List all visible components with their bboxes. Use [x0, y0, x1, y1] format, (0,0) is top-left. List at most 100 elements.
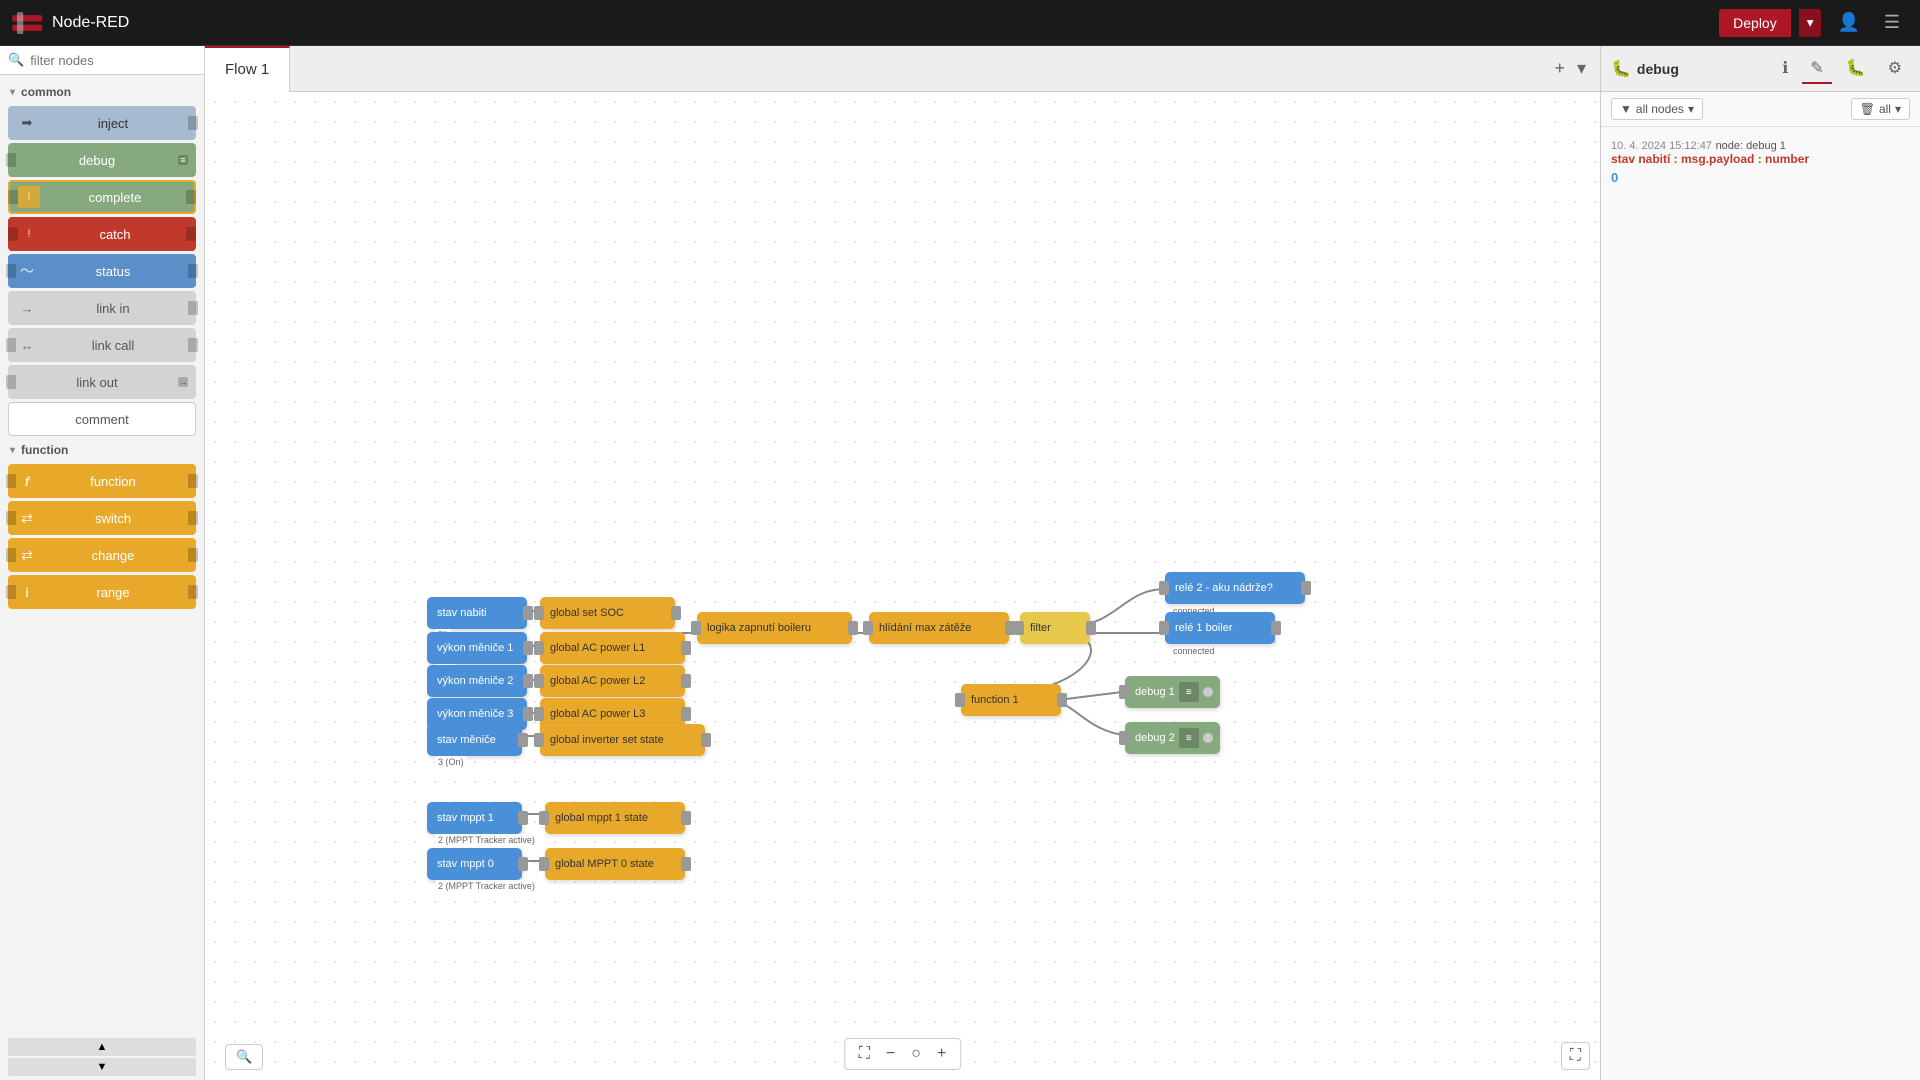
expand-button[interactable]: ⛶	[1561, 1042, 1590, 1070]
zoom-reset-button[interactable]: ○	[905, 1043, 927, 1065]
node-catch-label: catch	[44, 227, 186, 242]
canvas-node-global-mppt0[interactable]: global MPPT 0 state	[545, 848, 685, 880]
node-range[interactable]: i range	[8, 575, 196, 609]
canvas-node-global-mppt1[interactable]: global mppt 1 state	[545, 802, 685, 834]
canvas-node-function1[interactable]: function 1	[961, 684, 1061, 716]
node-link-out[interactable]: link out →	[8, 365, 196, 399]
filter-chevron: ▾	[1688, 102, 1694, 116]
tabs-actions: + ▾	[1550, 54, 1600, 83]
deploy-dropdown-button[interactable]: ▾	[1799, 9, 1822, 37]
rele2-label: relé 2 - aku nádrže?	[1175, 582, 1273, 594]
tab-flow1[interactable]: Flow 1	[205, 46, 290, 92]
rele1-port-l	[1159, 621, 1169, 635]
debug-info-tab[interactable]: ℹ	[1774, 54, 1796, 84]
node-change-label: change	[38, 548, 188, 563]
node-link-call[interactable]: ↔ link call	[8, 328, 196, 362]
tabs-bar: Flow 1 + ▾	[205, 46, 1600, 92]
node-status[interactable]: 〜 status	[8, 254, 196, 288]
vykon-menite-3-label: výkon měniče 3	[437, 708, 513, 720]
filter-nodes-input[interactable]	[30, 53, 196, 68]
debug1-dot	[1203, 687, 1213, 697]
canvas-node-filter[interactable]: filter	[1020, 612, 1090, 644]
zoom-out-button[interactable]: −	[880, 1043, 901, 1065]
user-icon-button[interactable]: 👤	[1829, 8, 1867, 37]
node-complete-label: complete	[44, 190, 186, 205]
deploy-button[interactable]: Deploy	[1719, 9, 1791, 37]
zoom-in-button[interactable]: +	[931, 1043, 952, 1065]
stav-menite-label: stav měniče	[437, 734, 496, 746]
filter-nodes-bar: 🔍	[0, 46, 204, 75]
stav-nabiti-label: stav nabiti	[437, 607, 487, 619]
canvas-node-stav-mppt0[interactable]: stav mppt 0 2 (MPPT Tracker active)	[427, 848, 522, 880]
node-complete[interactable]: ! complete	[8, 180, 196, 214]
stav-mppt1-port-r	[518, 811, 528, 825]
hlidani-port-l	[863, 621, 873, 635]
canvas-node-global-inverter[interactable]: global inverter set state	[540, 724, 705, 756]
debug-panel-header: 🐛 debug ℹ ✎ 🐛 ⚙	[1601, 46, 1920, 92]
debug-title-text: debug	[1637, 61, 1679, 77]
vykon-menite-2-port-r	[523, 674, 533, 688]
search-icon: 🔍	[8, 52, 24, 68]
menu-button[interactable]: ☰	[1876, 8, 1908, 37]
node-debug[interactable]: debug ≡	[8, 143, 196, 177]
scroll-up-button[interactable]: ▲	[8, 1038, 196, 1056]
node-comment-label: comment	[17, 412, 187, 427]
canvas-node-vykon-menite-1[interactable]: výkon měniče 1 555	[427, 632, 527, 664]
vykon-menite-1-port-r	[523, 641, 533, 655]
stav-mppt1-label: stav mppt 1	[437, 812, 494, 824]
canvas-node-rele1[interactable]: relé 1 boiler connected	[1165, 612, 1275, 644]
canvas-node-logika[interactable]: logika zapnutí boileru	[697, 612, 852, 644]
debug-bugs-tab[interactable]: 🐛	[1838, 54, 1874, 84]
node-comment[interactable]: comment	[8, 402, 196, 436]
global-mppt1-label: global mppt 1 state	[555, 812, 648, 824]
logika-port-l	[691, 621, 701, 635]
catch-port-right	[186, 227, 196, 241]
app-title: Node-RED	[52, 14, 129, 32]
node-inject[interactable]: ➡ inject	[8, 106, 196, 140]
range-port-left	[6, 585, 16, 599]
canvas-node-stav-nabiti[interactable]: stav nabiti 79	[427, 597, 527, 629]
add-tab-button[interactable]: +	[1550, 54, 1569, 83]
debug-messages-tab[interactable]: ✎	[1802, 54, 1831, 84]
global-set-soc-port-l	[534, 606, 544, 620]
node-catch[interactable]: ! catch	[8, 217, 196, 251]
category-function[interactable]: ▾ function	[0, 439, 204, 461]
catch-icon: !	[18, 223, 40, 245]
flow-canvas[interactable]: stav nabiti 79 global set SOC výkon měni…	[205, 92, 1600, 1080]
fit-view-button[interactable]: ⛶	[853, 1043, 876, 1065]
canvas-node-stav-mppt1[interactable]: stav mppt 1 2 (MPPT Tracker active)	[427, 802, 522, 834]
stav-mppt0-port-r	[518, 857, 528, 871]
node-link-in[interactable]: → link in	[8, 291, 196, 325]
rele2-port-l	[1159, 581, 1169, 595]
function1-port-r	[1057, 693, 1067, 707]
debug-clear-label: all	[1879, 102, 1891, 116]
filter-port-l	[1014, 621, 1024, 635]
canvas-node-debug2[interactable]: debug 2 ≡	[1125, 722, 1220, 754]
canvas-node-global-ac-l2[interactable]: global AC power L2	[540, 665, 685, 697]
canvas-node-global-ac-l1[interactable]: global AC power L1	[540, 632, 685, 664]
canvas-node-stav-menite[interactable]: stav měniče 3 (On)	[427, 724, 522, 756]
category-common[interactable]: ▾ common	[0, 81, 204, 103]
stav-mppt0-badge: 2 (MPPT Tracker active)	[435, 880, 538, 892]
canvas-node-debug1[interactable]: debug 1 ≡	[1125, 676, 1220, 708]
debug-settings-tab[interactable]: ⚙	[1880, 54, 1910, 84]
link-out-icon: →	[178, 377, 188, 387]
node-change[interactable]: ⇄ change	[8, 538, 196, 572]
tab-menu-button[interactable]: ▾	[1573, 54, 1590, 83]
node-function[interactable]: f function	[8, 464, 196, 498]
debug-clear-all[interactable]: 🗑 all ▾	[1851, 98, 1910, 120]
debug-entry-header: 10. 4. 2024 15:12:47 node: debug 1	[1611, 137, 1910, 152]
node-switch[interactable]: ⇄ switch	[8, 501, 196, 535]
status-port-left	[6, 264, 16, 278]
canvas-node-vykon-menite-2[interactable]: výkon měniče 2	[427, 665, 527, 697]
canvas-node-global-set-soc[interactable]: global set SOC	[540, 597, 675, 629]
stav-mppt0-label: stav mppt 0	[437, 858, 494, 870]
status-port-right	[188, 264, 198, 278]
range-port-right	[188, 585, 198, 599]
canvas-node-hlidani[interactable]: hlídání max zátěže	[869, 612, 1009, 644]
debug-filter-all-nodes[interactable]: ▼ all nodes ▾	[1611, 98, 1703, 120]
category-function-label: function	[21, 443, 68, 457]
scroll-down-button[interactable]: ▼	[8, 1058, 196, 1076]
canvas-node-rele2[interactable]: relé 2 - aku nádrže? connected	[1165, 572, 1305, 604]
global-ac-l1-port-r	[681, 641, 691, 655]
